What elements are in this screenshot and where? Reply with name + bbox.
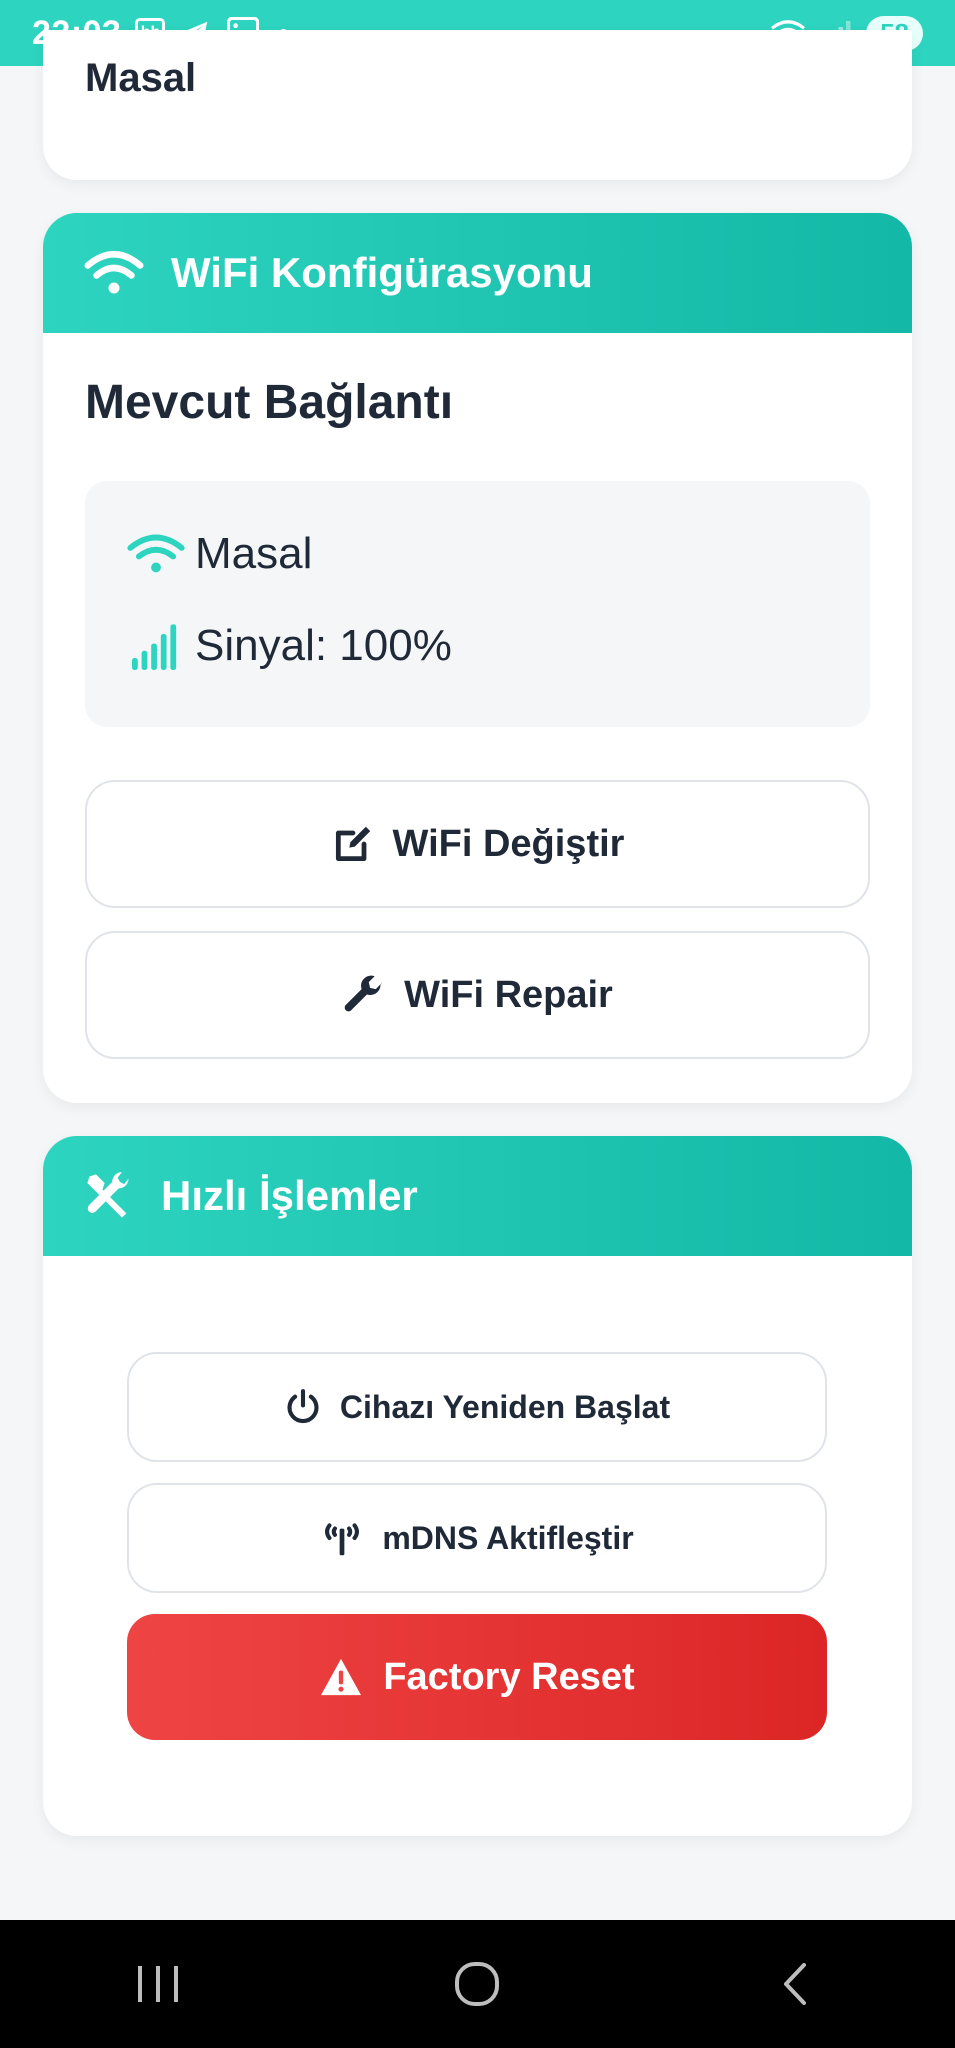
device-name-title: Masal bbox=[85, 56, 197, 100]
wifi-card-header: WiFi Konfigürasyonu bbox=[43, 213, 912, 333]
ssid-value: Masal bbox=[195, 529, 313, 578]
restart-device-label: Cihazı Yeniden Başlat bbox=[339, 1388, 671, 1425]
wifi-repair-label: WiFi Repair bbox=[404, 973, 613, 1016]
quick-actions-title: Hızlı İşlemler bbox=[161, 1172, 418, 1219]
quick-actions-header: Hızlı İşlemler bbox=[43, 1136, 912, 1256]
factory-reset-label: Factory Reset bbox=[383, 1655, 635, 1698]
power-icon bbox=[287, 1389, 319, 1424]
device-name-card: Masal bbox=[43, 30, 912, 180]
ssid-row: Masal bbox=[125, 529, 312, 579]
back-button[interactable] bbox=[736, 1944, 856, 2024]
mdns-activate-label: mDNS Aktifleştir bbox=[382, 1519, 634, 1556]
connection-info-box: Masal Sinyal: 100% bbox=[85, 481, 870, 727]
tools-icon bbox=[87, 1172, 129, 1218]
signal-value: Sinyal: 100% bbox=[195, 621, 452, 670]
restart-device-button[interactable]: Cihazı Yeniden Başlat bbox=[127, 1352, 827, 1462]
signal-row: Sinyal: 100% bbox=[125, 621, 452, 671]
wifi-config-card: WiFi Konfigürasyonu Mevcut Bağlantı Masa… bbox=[43, 213, 912, 1103]
mdns-activate-button[interactable]: mDNS Aktifleştir bbox=[127, 1483, 827, 1593]
factory-reset-button[interactable]: Factory Reset bbox=[127, 1614, 827, 1740]
recent-apps-icon bbox=[138, 1966, 179, 2002]
system-navigation-bar bbox=[0, 1920, 955, 2048]
home-icon bbox=[455, 1962, 500, 2006]
home-button[interactable] bbox=[417, 1944, 537, 2024]
recent-apps-button[interactable] bbox=[99, 1944, 219, 2024]
wifi-change-label: WiFi Değiştir bbox=[392, 822, 625, 865]
warning-icon bbox=[321, 1658, 362, 1696]
quick-actions-card: Hızlı İşlemler Cihazı Yeniden Başlat mDN… bbox=[43, 1136, 912, 1836]
wrench-icon bbox=[344, 975, 382, 1012]
current-connection-title: Mevcut Bağlantı bbox=[85, 376, 454, 429]
wifi-ssid-icon bbox=[127, 534, 185, 573]
wifi-repair-button[interactable]: WiFi Repair bbox=[85, 931, 870, 1059]
edit-icon bbox=[335, 826, 370, 862]
wifi-change-button[interactable]: WiFi Değiştir bbox=[85, 780, 870, 908]
broadcast-tower-icon bbox=[325, 1523, 360, 1556]
wifi-icon bbox=[84, 251, 144, 294]
wifi-card-title: WiFi Konfigürasyonu bbox=[171, 249, 593, 296]
back-icon bbox=[783, 1963, 806, 2005]
signal-strength-icon bbox=[132, 624, 177, 670]
